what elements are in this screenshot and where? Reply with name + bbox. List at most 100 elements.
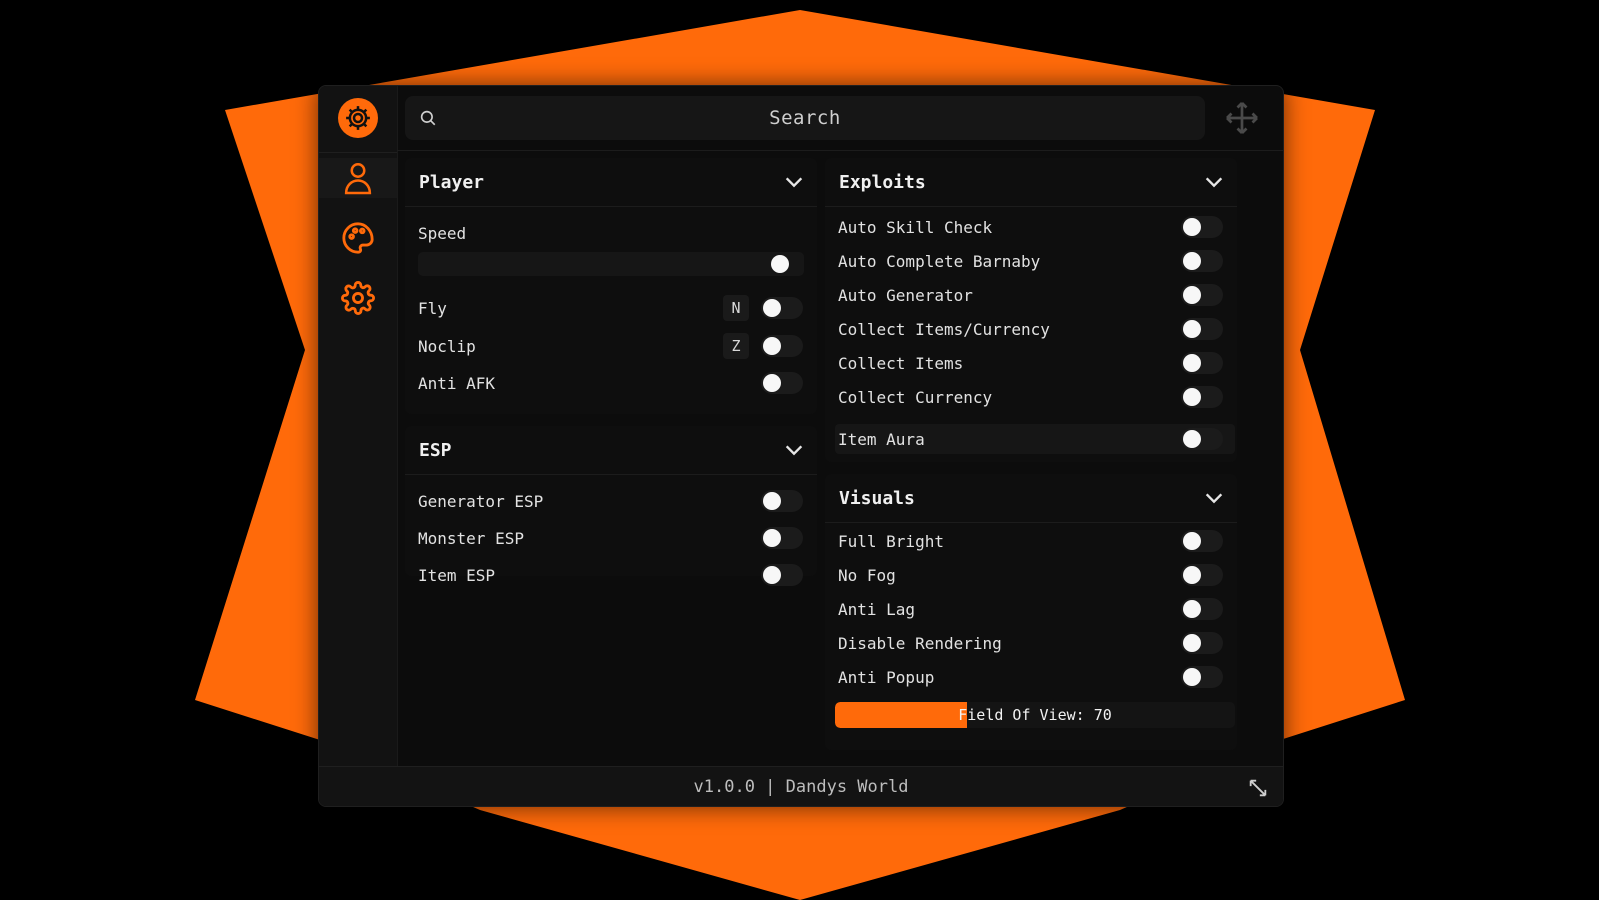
speed-slider[interactable]	[418, 252, 804, 276]
generator-esp-row: Generator ESP	[405, 486, 817, 516]
user-icon	[344, 163, 372, 195]
logo-gear-icon[interactable]	[338, 98, 378, 138]
toggle-knob	[1183, 532, 1201, 550]
item-aura-toggle[interactable]	[1181, 428, 1223, 450]
collect-currency-label: Collect Currency	[838, 387, 993, 407]
resize-icon[interactable]	[1247, 777, 1269, 799]
gear-icon	[341, 281, 375, 315]
chevron-down-icon[interactable]	[1203, 171, 1225, 193]
chevron-down-icon[interactable]	[783, 439, 805, 461]
item-esp-row: Item ESP	[405, 560, 817, 590]
toggle-knob	[1183, 218, 1201, 236]
noclip-toggle[interactable]	[761, 335, 803, 357]
fly-keybind[interactable]: N	[723, 295, 749, 321]
item-esp-label: Item ESP	[418, 565, 496, 585]
item-aura-label: Item Aura	[838, 429, 925, 449]
esp-section-header[interactable]: ESP	[405, 426, 817, 475]
auto-skill-check-row: Auto Skill Check	[825, 212, 1237, 242]
anti-popup-toggle[interactable]	[1181, 666, 1223, 688]
auto-complete-barnaby-label: Auto Complete Barnaby	[838, 251, 1041, 271]
sidebar-item-visuals[interactable]	[338, 218, 378, 258]
toggle-knob	[1183, 252, 1201, 270]
auto-generator-toggle[interactable]	[1181, 284, 1223, 306]
search-bar[interactable]: Search	[405, 96, 1205, 140]
search-icon	[420, 110, 436, 126]
monster-esp-row: Monster ESP	[405, 523, 817, 553]
collect-items-currency-row: Collect Items/Currency	[825, 314, 1237, 344]
sidebar-item-player[interactable]	[319, 158, 397, 198]
footer: v1.0.0 | Dandys World	[319, 766, 1283, 806]
sidebar-divider	[319, 152, 397, 153]
anti-lag-toggle[interactable]	[1181, 598, 1223, 620]
palette-icon	[342, 222, 374, 254]
fly-toggle[interactable]	[761, 297, 803, 319]
monster-esp-toggle[interactable]	[761, 527, 803, 549]
toggle-knob	[1183, 600, 1201, 618]
item-aura-row: Item Aura	[835, 424, 1235, 454]
auto-generator-label: Auto Generator	[838, 285, 973, 305]
disable-rendering-label: Disable Rendering	[838, 633, 1002, 653]
no-fog-toggle[interactable]	[1181, 564, 1223, 586]
auto-complete-barnaby-toggle[interactable]	[1181, 250, 1223, 272]
noclip-keybind[interactable]: Z	[723, 333, 749, 359]
toggle-knob	[763, 337, 781, 355]
chevron-down-icon[interactable]	[783, 171, 805, 193]
anti-lag-label: Anti Lag	[838, 599, 916, 619]
search-input[interactable]: Search	[405, 107, 1205, 129]
speed-slider-handle[interactable]	[771, 255, 789, 273]
no-fog-label: No Fog	[838, 565, 896, 585]
toggle-knob	[763, 566, 781, 584]
visuals-section-header[interactable]: Visuals	[825, 474, 1237, 523]
auto-skill-check-label: Auto Skill Check	[838, 217, 993, 237]
field-of-view-slider[interactable]: Field Of View: 70	[835, 702, 1235, 728]
collect-items-currency-label: Collect Items/Currency	[838, 319, 1050, 339]
anti-popup-label: Anti Popup	[838, 667, 935, 687]
player-section: Player Speed Fly N Noclip Z Anti AFK	[405, 158, 817, 414]
toggle-knob	[763, 492, 781, 510]
toggle-knob	[1183, 430, 1201, 448]
collect-items-row: Collect Items	[825, 348, 1237, 378]
anti-popup-row: Anti Popup	[825, 662, 1237, 692]
fly-row: Fly N	[405, 293, 817, 323]
toggle-knob	[1183, 320, 1201, 338]
exploits-section-header[interactable]: Exploits	[825, 158, 1237, 207]
toggle-knob	[1183, 634, 1201, 652]
full-bright-label: Full Bright	[838, 531, 944, 551]
chevron-down-icon[interactable]	[1203, 487, 1225, 509]
auto-complete-barnaby-row: Auto Complete Barnaby	[825, 246, 1237, 276]
noclip-row: Noclip Z	[405, 331, 817, 361]
generator-esp-toggle[interactable]	[761, 490, 803, 512]
field-of-view-label: Field Of View: 70	[958, 706, 1112, 724]
toggle-knob	[763, 299, 781, 317]
section-title: Visuals	[839, 487, 915, 509]
player-section-header[interactable]: Player	[405, 158, 817, 207]
auto-skill-check-toggle[interactable]	[1181, 216, 1223, 238]
disable-rendering-row: Disable Rendering	[825, 628, 1237, 658]
speed-label: Speed	[418, 223, 467, 243]
collect-currency-row: Collect Currency	[825, 382, 1237, 412]
toggle-knob	[1183, 566, 1201, 584]
toggle-knob	[763, 529, 781, 547]
header-divider	[397, 150, 1283, 151]
collect-items-label: Collect Items	[838, 353, 964, 373]
no-fog-row: No Fog	[825, 560, 1237, 590]
full-bright-toggle[interactable]	[1181, 530, 1223, 552]
main-window: Search Player Speed Fly N Noclip Z Anti …	[318, 85, 1284, 807]
exploits-section: Exploits Auto Skill Check Auto Complete …	[825, 158, 1237, 462]
generator-esp-label: Generator ESP	[418, 491, 544, 511]
collect-items-currency-toggle[interactable]	[1181, 318, 1223, 340]
section-title: Player	[419, 171, 485, 193]
toggle-knob	[1183, 388, 1201, 406]
toggle-knob	[1183, 286, 1201, 304]
anti-afk-toggle[interactable]	[761, 372, 803, 394]
fly-label: Fly	[418, 298, 447, 318]
anti-afk-label: Anti AFK	[418, 373, 496, 393]
visuals-section: Visuals Full Bright No Fog Anti Lag Disa…	[825, 474, 1237, 750]
disable-rendering-toggle[interactable]	[1181, 632, 1223, 654]
sidebar-item-settings[interactable]	[338, 278, 378, 318]
move-icon[interactable]	[1224, 100, 1260, 136]
collect-currency-toggle[interactable]	[1181, 386, 1223, 408]
item-esp-toggle[interactable]	[761, 564, 803, 586]
section-title: Exploits	[839, 171, 926, 193]
collect-items-toggle[interactable]	[1181, 352, 1223, 374]
